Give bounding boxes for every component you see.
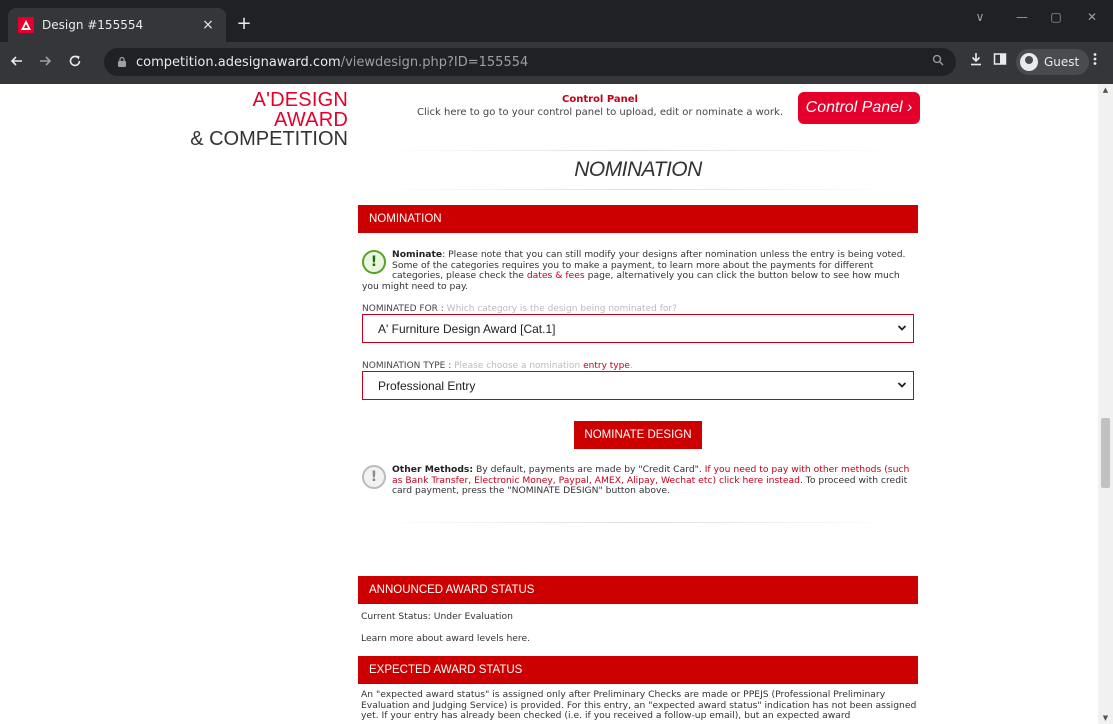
nomination-section-header: NOMINATION [358,205,918,233]
url-host: competition.adesignaward.com [136,54,341,70]
page-scrollbar[interactable]: ▲ ▼ [1098,84,1113,724]
reload-icon[interactable] [64,52,86,74]
field-hint-end: . [629,361,633,371]
chevron-down-icon [897,382,907,388]
expected-status-text: An "expected award status" is assigned o… [361,689,917,722]
logo-line-2: & COMPETITION [190,128,348,150]
maximize-icon[interactable]: ▢ [1046,10,1066,24]
close-window-icon[interactable]: ✕ [1082,10,1102,24]
other-methods-bold: Other Methods: [392,464,474,475]
control-panel-title: Control Panel [562,94,638,105]
browser-tab[interactable]: Design #155554 × [8,8,226,42]
control-panel-promo[interactable]: Control Panel Click here to go to your c… [380,94,820,118]
divider [380,150,896,151]
field-label-text: NOMINATION TYPE : [362,361,455,371]
page-title: NOMINATION [574,158,702,181]
nominate-design-button[interactable]: NOMINATE DESIGN [574,421,702,449]
scroll-down-arrow[interactable]: ▼ [1101,714,1110,722]
field-hint: Which category is the design being nomin… [446,304,677,314]
entry-type-link[interactable]: entry type [583,361,630,371]
site-logo[interactable]: A'DESIGN AWARD & COMPETITION [188,89,348,150]
close-tab-icon[interactable]: × [200,17,216,33]
adesign-logo-icon [18,17,34,33]
control-panel-description: Click here to go to your control panel t… [416,107,784,118]
tab-search-icon[interactable]: ∨ [970,10,990,24]
announced-status-section-header: ANNOUNCED AWARD STATUS [358,576,918,604]
address-bar[interactable]: competition.adesignaward.com /viewdesign… [104,48,956,76]
field-hint: Please choose a nomination [454,361,584,371]
other-methods-notice: ! Other Methods: By default, payments ar… [362,464,914,497]
other-methods-text: By default, payments are made by "Credit… [473,464,705,475]
profile-button[interactable]: Guest [1016,49,1090,75]
new-tab-button[interactable]: + [234,12,254,36]
download-icon[interactable] [966,52,986,70]
lock-icon [118,56,126,67]
page-viewport: A'DESIGN AWARD & COMPETITION Control Pan… [0,84,1113,724]
arrow-right-icon[interactable] [34,52,56,74]
logo-line-1: A'DESIGN AWARD [252,89,348,131]
selected-entry-type: Professional Entry [378,378,476,393]
tab-title: Design #155554 [42,18,144,32]
divider [380,522,896,523]
side-panel-icon[interactable] [990,52,1010,70]
nomination-type-label: NOMINATION TYPE : Please choose a nomina… [362,361,633,371]
nominated-for-label: NOMINATED FOR : Which category is the de… [362,304,677,314]
exclamation-circle-icon: ! [362,250,386,274]
browser-tab-bar: Design #155554 × + ∨ — ▢ ✕ [0,0,1113,42]
zoom-icon[interactable] [932,54,944,70]
minimize-icon[interactable]: — [1012,10,1032,24]
selected-category: A' Furniture Design Award [Cat.1] [378,321,556,336]
expected-status-section-header: EXPECTED AWARD STATUS [358,656,918,684]
avatar [1020,53,1038,71]
profile-label: Guest [1044,55,1080,69]
exclamation-circle-icon: ! [362,465,386,489]
divider [380,189,896,190]
url-path: /viewdesign.php?ID=155554 [340,54,529,70]
award-levels-link[interactable]: Learn more about award levels here. [361,633,530,644]
field-label-text: NOMINATED FOR : [362,304,447,314]
arrow-left-icon[interactable] [6,52,28,74]
scroll-thumb[interactable] [1101,418,1110,488]
current-status-text: Current Status: Under Evaluation [361,611,513,622]
dates-fees-link[interactable]: dates & fees [527,270,585,281]
kebab-menu-icon[interactable] [1092,52,1098,70]
nominated-for-select[interactable]: A' Furniture Design Award [Cat.1] [362,314,914,343]
chevron-down-icon [897,325,907,331]
scroll-up-arrow[interactable]: ▲ [1101,86,1110,94]
notice-bold: Nominate [392,249,443,260]
control-panel-button[interactable]: Control Panel › [798,92,920,124]
nominate-notice: ! Nominate: Please note that you can sti… [362,249,914,292]
nomination-type-select[interactable]: Professional Entry [362,371,914,400]
